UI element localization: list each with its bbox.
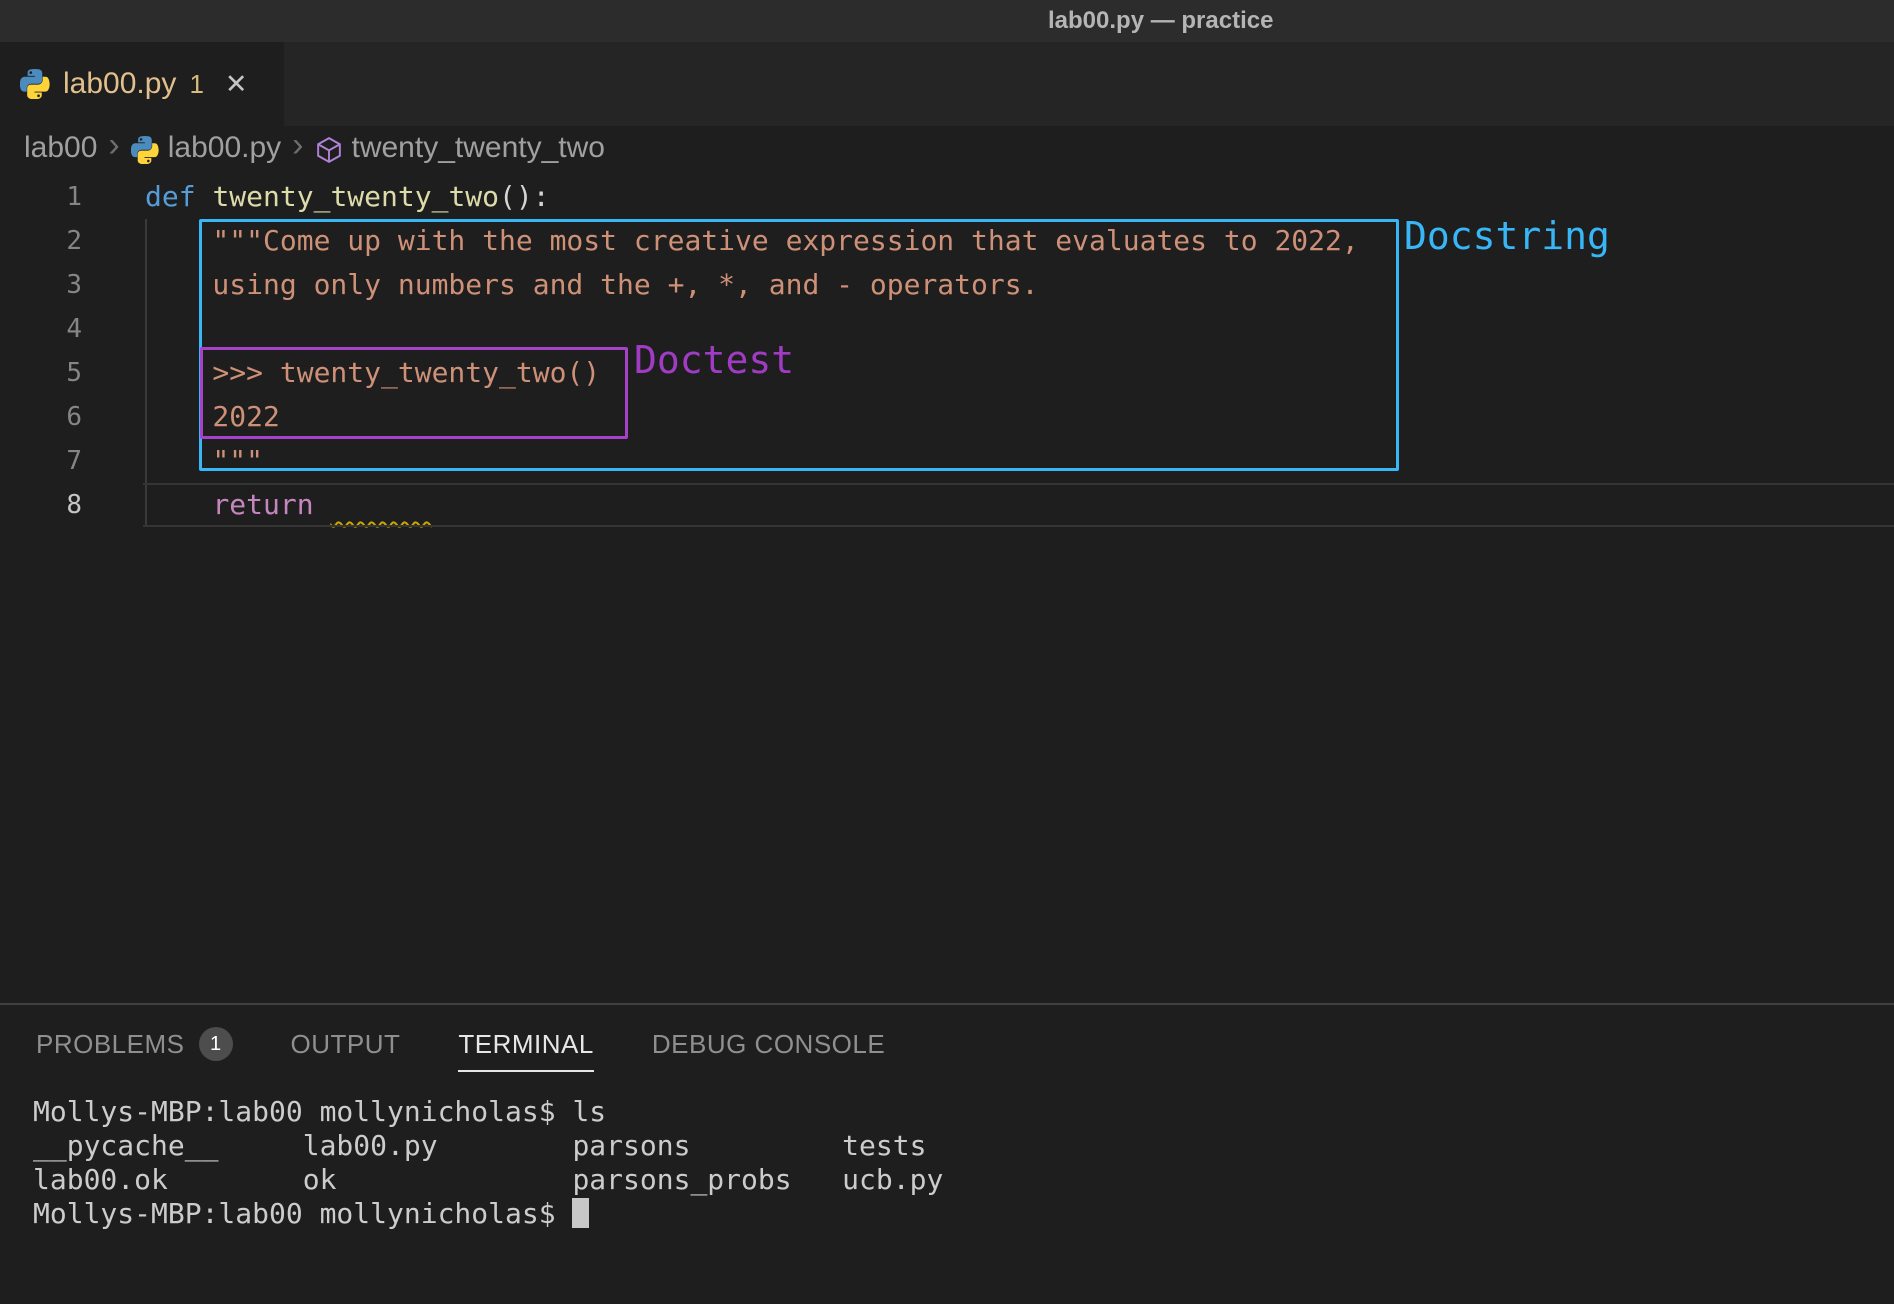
code-token: (): [499,180,550,213]
code-token [314,488,331,521]
code-text: >>> twenty_twenty_two() [145,351,600,395]
line-number: 8 [0,483,82,527]
bottom-panel: PROBLEMS 1 OUTPUT TERMINAL DEBUG CONSOLE… [0,1003,1894,1304]
panel-tab-label: PROBLEMS [36,1029,185,1060]
code-text: """ [145,439,263,483]
code-line-5[interactable]: 5 >>> twenty_twenty_two() [0,351,1894,395]
code-token: >>> twenty_twenty_two() [145,356,600,389]
close-icon[interactable]: ✕ [225,69,248,100]
terminal-prompt: Mollys-MBP:lab00 mollynicholas$ [33,1197,572,1230]
terminal[interactable]: Mollys-MBP:lab00 mollynicholas$ ls __pyc… [0,1083,1894,1231]
code-line-8[interactable]: 8 return [0,483,1894,527]
terminal-line: Mollys-MBP:lab00 mollynicholas$ ls [33,1095,1894,1129]
line-number: 4 [0,307,82,351]
panel-tab-label: TERMINAL [458,1029,593,1060]
tab-problem-count: 1 [189,69,203,100]
breadcrumb-file[interactable]: lab00.py [168,131,281,165]
terminal-prompt-line: Mollys-MBP:lab00 mollynicholas$ [33,1197,1894,1231]
code-token: twenty_twenty_two [212,180,499,213]
code-line-4[interactable]: 4 [0,307,1894,351]
editor-tab-bar: lab00.py 1 ✕ [0,42,1894,126]
code-text: """Come up with the most creative expres… [145,219,1359,263]
panel-tab-label: OUTPUT [291,1029,401,1060]
code-token: 2022 [145,400,280,433]
line-number: 5 [0,351,82,395]
code-token: """Come up with the most creative expres… [145,224,1359,257]
terminal-line: __pycache__ lab00.py parsons tests [33,1129,1894,1163]
panel-tab-debug-console[interactable]: DEBUG CONSOLE [652,1029,885,1060]
code-line-6[interactable]: 6 2022 [0,395,1894,439]
breadcrumb: lab00 › lab00.py › twenty_twenty_two [0,126,1894,170]
line-number: 2 [0,219,82,263]
line-number: 1 [0,175,82,219]
panel-tab-output[interactable]: OUTPUT [291,1029,401,1060]
line-number: 7 [0,439,82,483]
code-line-1[interactable]: 1 def twenty_twenty_two(): [0,175,1894,219]
code-token: def [145,180,212,213]
code-editor[interactable]: 1 def twenty_twenty_two(): 2 """Come up … [0,170,1894,1003]
python-icon [20,69,50,99]
panel-tab-bar: PROBLEMS 1 OUTPUT TERMINAL DEBUG CONSOLE [0,1005,1894,1083]
code-token [145,488,212,521]
code-text: def twenty_twenty_two(): [145,175,550,219]
code-token: using only numbers and the +, *, and - o… [145,268,1038,301]
symbol-namespace-icon [315,134,343,162]
chevron-right-icon: › [106,128,121,168]
code-token: """ [145,444,263,477]
window-title: lab00.py — practice [1048,7,1273,35]
terminal-cursor [572,1198,589,1228]
python-icon [131,134,159,162]
problems-count-badge: 1 [199,1027,233,1061]
panel-tab-label: DEBUG CONSOLE [652,1029,885,1060]
panel-tab-terminal[interactable]: TERMINAL [458,1029,593,1060]
code-text: 2022 [145,395,280,439]
line-number: 6 [0,395,82,439]
tab-lab00py[interactable]: lab00.py 1 ✕ [0,42,284,126]
warning-squiggle [330,488,431,521]
code-token: return [212,488,313,521]
code-text: using only numbers and the +, *, and - o… [145,263,1038,307]
tab-label: lab00.py [63,67,176,101]
panel-tab-problems[interactable]: PROBLEMS 1 [36,1027,233,1061]
code-line-2[interactable]: 2 """Come up with the most creative expr… [0,219,1894,263]
code-text: return [145,483,432,527]
chevron-right-icon: › [290,128,305,168]
terminal-line: lab00.ok ok parsons_probs ucb.py [33,1163,1894,1197]
line-number: 3 [0,263,82,307]
breadcrumb-symbol[interactable]: twenty_twenty_two [352,131,605,165]
window-titlebar: lab00.py — practice [0,0,1894,42]
breadcrumb-folder[interactable]: lab00 [24,131,97,165]
code-line-3[interactable]: 3 using only numbers and the +, *, and -… [0,263,1894,307]
code-line-7[interactable]: 7 """ [0,439,1894,483]
